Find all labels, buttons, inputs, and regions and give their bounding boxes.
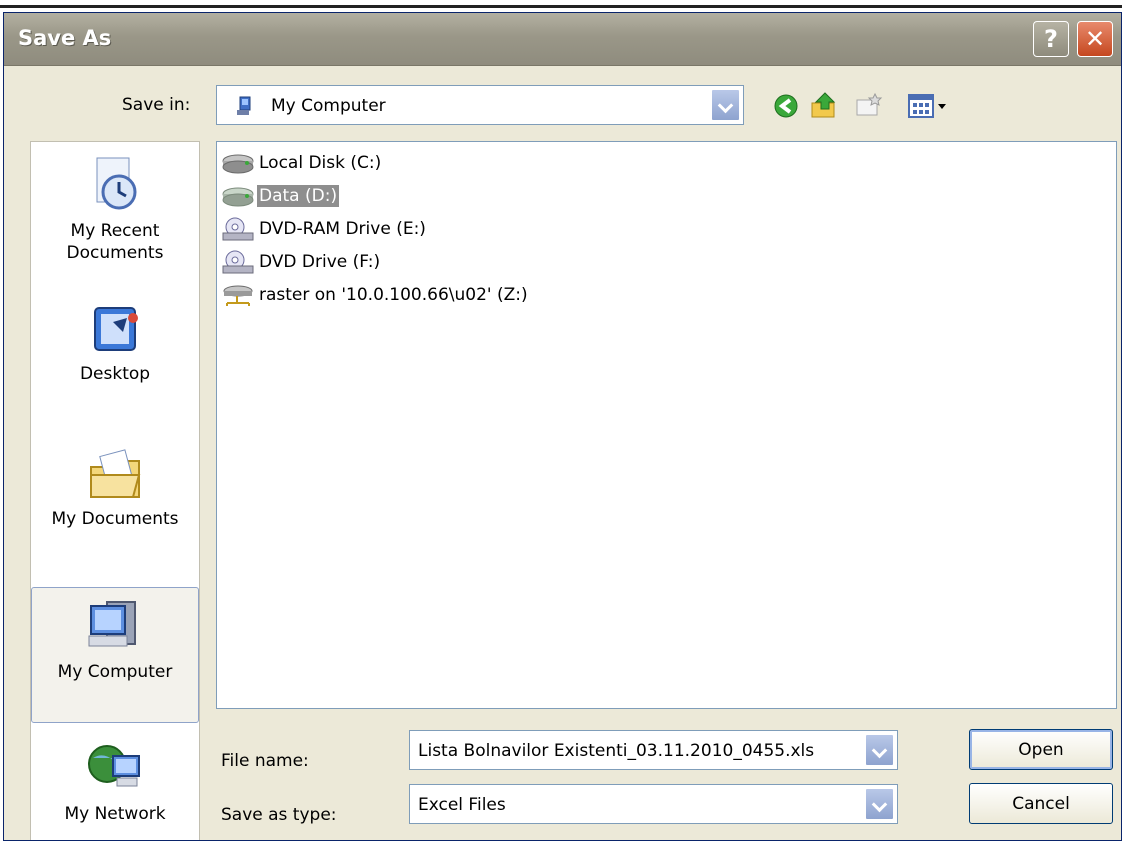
screen-top-line <box>0 5 1122 8</box>
my-computer-icon <box>237 96 251 115</box>
file-name: Data (D:) <box>257 185 340 207</box>
hard-drive-icon <box>222 187 254 207</box>
save-as-type-select[interactable]: Excel Files <box>409 784 898 824</box>
title-bar[interactable]: Save As ? ✕ <box>4 13 1121 66</box>
cancel-button[interactable]: Cancel <box>969 783 1113 824</box>
help-button[interactable]: ? <box>1033 21 1069 57</box>
save-as-type-value: Excel Files <box>418 795 506 815</box>
place-label: My Recent Documents <box>66 221 164 263</box>
file-name-dropdown-button[interactable] <box>865 734 894 766</box>
back-icon[interactable] <box>771 91 803 121</box>
file-name: DVD Drive (F:) <box>259 252 381 272</box>
save-in-combo[interactable]: My Computer <box>216 85 744 125</box>
place-my-computer[interactable]: My Computer <box>31 587 199 723</box>
save-in-label: Save in: <box>122 95 191 115</box>
file-item-dvd-f[interactable]: DVD Drive (F:) <box>221 249 382 275</box>
file-item-network-z[interactable]: raster on '10.0.100.66\u02' (Z:) <box>221 282 530 308</box>
file-item-data-d[interactable]: Data (D:) <box>221 183 340 209</box>
file-name-value: Lista Bolnavilor Existenti_03.11.2010_04… <box>418 741 815 761</box>
place-label: My Computer <box>57 662 173 682</box>
my-computer-icon <box>88 601 136 647</box>
file-name-input[interactable]: Lista Bolnavilor Existenti_03.11.2010_04… <box>409 730 898 770</box>
file-name: Local Disk (C:) <box>259 153 382 173</box>
dvd-drive-icon <box>222 250 254 274</box>
hard-drive-icon <box>222 154 254 174</box>
place-my-network[interactable]: My Network <box>31 738 199 824</box>
recent-documents-icon <box>96 157 137 210</box>
place-label: My Network <box>64 804 166 824</box>
place-my-recent-documents[interactable]: My Recent Documents <box>31 154 199 264</box>
open-button[interactable]: Open <box>969 729 1113 770</box>
network-drive-icon <box>223 285 253 306</box>
save-in-value: My Computer <box>271 96 386 116</box>
new-folder-icon[interactable] <box>853 91 885 121</box>
save-as-dialog: Save As ? ✕ Save in: My Computer My Rece… <box>3 12 1122 841</box>
place-label: Desktop <box>79 364 151 384</box>
desktop-icon <box>94 307 138 351</box>
place-my-documents[interactable]: My Documents <box>31 447 199 529</box>
views-icon[interactable] <box>907 91 951 121</box>
file-name: DVD-RAM Drive (E:) <box>259 219 426 239</box>
my-documents-icon <box>90 449 141 498</box>
file-item-local-disk-c[interactable]: Local Disk (C:) <box>221 150 383 176</box>
up-folder-icon[interactable] <box>809 91 841 121</box>
dvd-drive-icon <box>222 217 254 241</box>
file-name-label: File name: <box>221 751 309 771</box>
network-icon <box>88 745 140 787</box>
places-bar: My Recent Documents Desktop My Documents <box>30 141 200 840</box>
save-in-dropdown-button[interactable] <box>711 89 740 121</box>
file-list[interactable]: Local Disk (C:) Data (D:) DVD-RAM Drive … <box>216 141 1117 709</box>
save-as-type-dropdown-button[interactable] <box>865 788 894 820</box>
file-name: raster on '10.0.100.66\u02' (Z:) <box>259 285 528 305</box>
close-button[interactable]: ✕ <box>1077 21 1113 57</box>
file-item-dvd-ram-e[interactable]: DVD-RAM Drive (E:) <box>221 216 428 242</box>
place-desktop[interactable]: Desktop <box>31 302 199 384</box>
place-label: My Documents <box>51 509 179 529</box>
save-as-type-label: Save as type: <box>221 805 337 825</box>
dialog-title: Save As <box>18 26 112 50</box>
